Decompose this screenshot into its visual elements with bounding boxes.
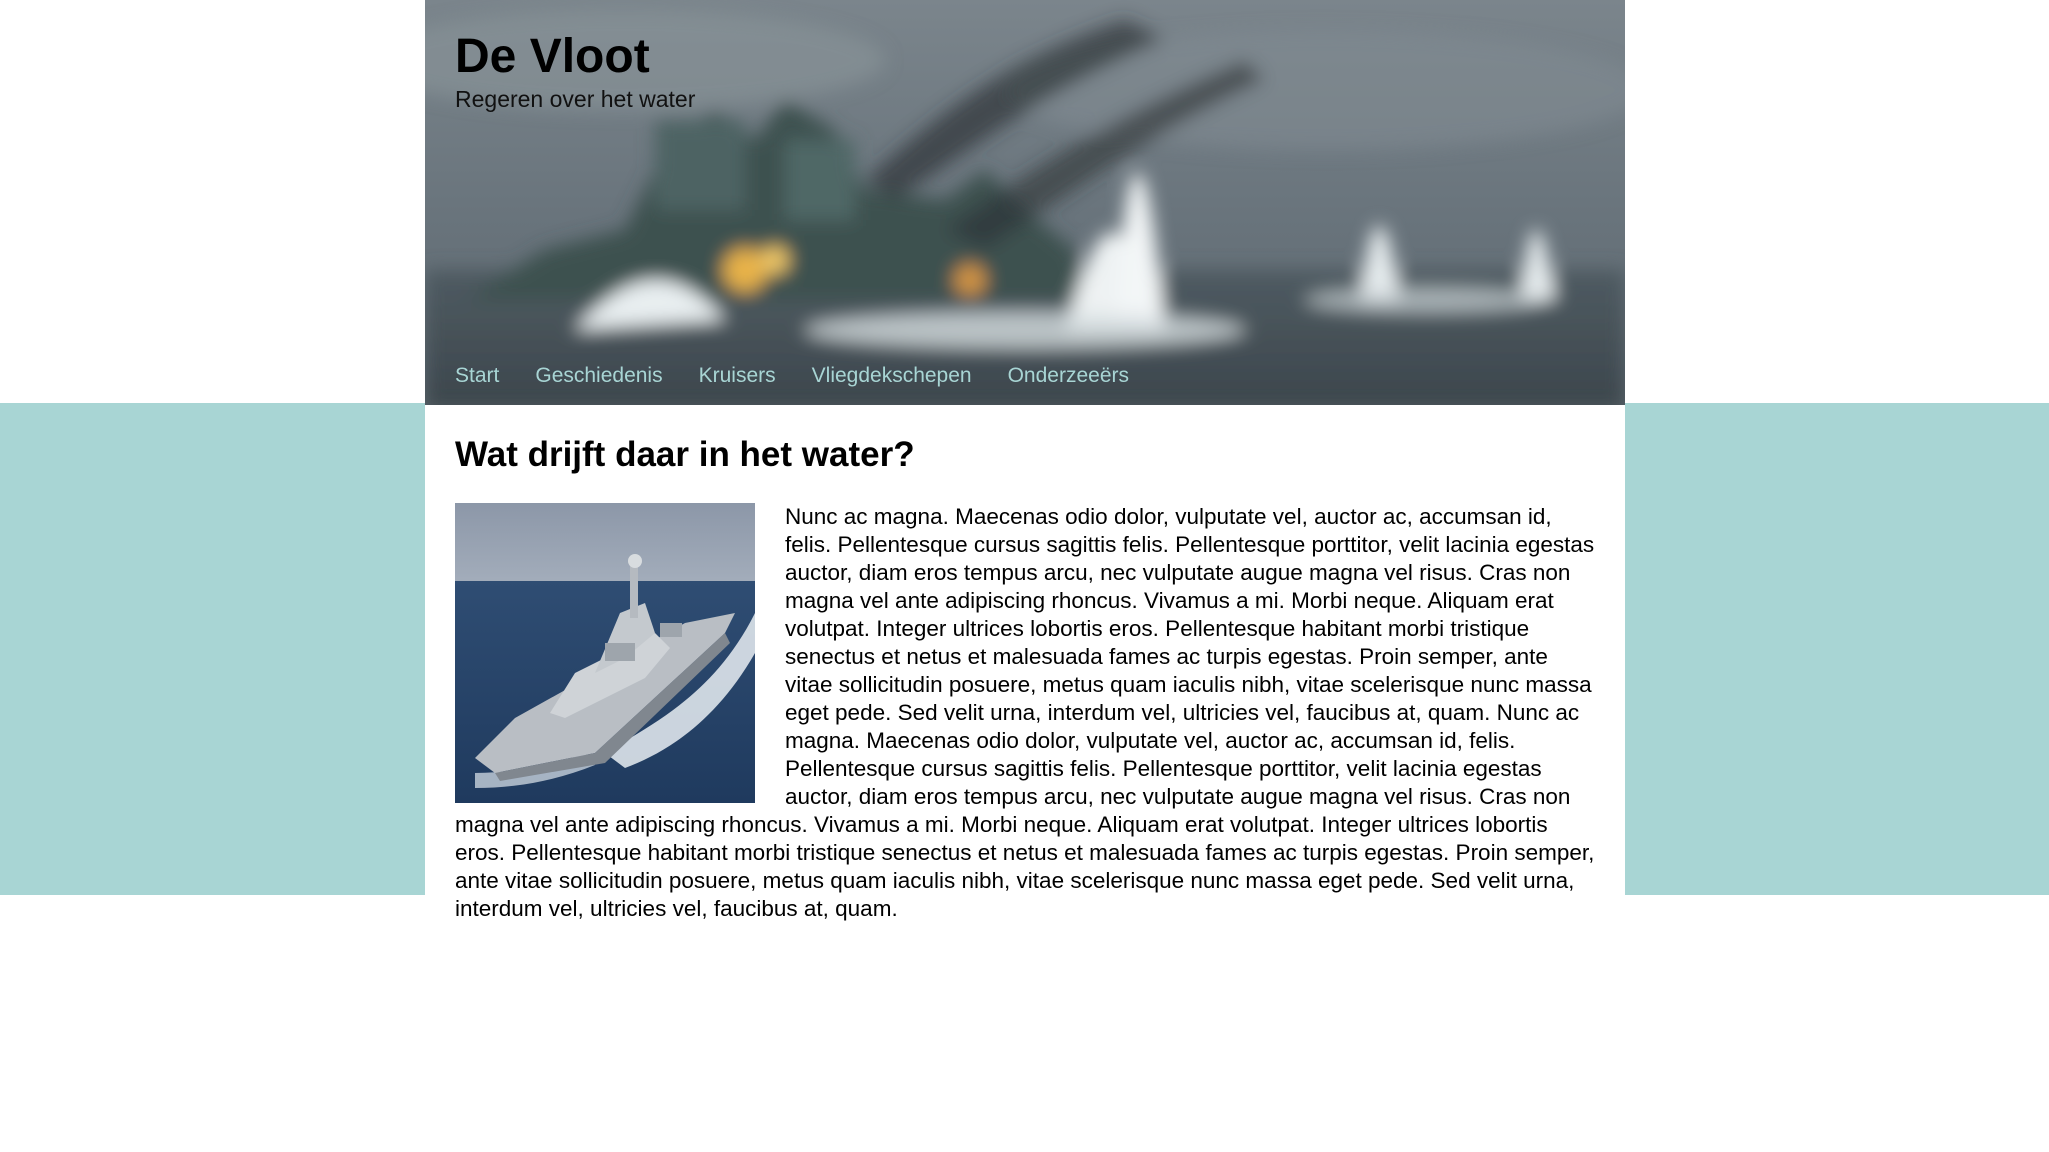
nav-link-kruisers[interactable]: Kruisers: [699, 364, 776, 387]
page-container: De Vloot Regeren over het water Start Ge…: [425, 0, 1625, 1152]
nav-link-geschiedenis[interactable]: Geschiedenis: [535, 364, 662, 387]
frigate-illustration: [455, 503, 755, 803]
nav-item-vliegdekschepen: Vliegdekschepen: [812, 360, 972, 392]
nav-link-start[interactable]: Start: [455, 364, 499, 387]
site-tagline: Regeren over het water: [455, 86, 696, 112]
nav-link-onderzeeers[interactable]: Onderzeeërs: [1008, 364, 1129, 387]
page-heading: Wat drijft daar in het water?: [455, 435, 915, 474]
main-nav: Start Geschiedenis Kruisers Vliegdeksche…: [455, 360, 1129, 392]
main-content: Wat drijft daar in het water? Nunc ac ma…: [425, 405, 1625, 1152]
site-title: De Vloot: [455, 30, 650, 83]
nav-item-onderzeeers: Onderzeeërs: [1008, 360, 1129, 392]
nav-item-start: Start: [455, 360, 499, 392]
nav-item-geschiedenis: Geschiedenis: [535, 360, 662, 392]
nav-link-vliegdekschepen[interactable]: Vliegdekschepen: [812, 364, 972, 387]
site-header: De Vloot Regeren over het water Start Ge…: [425, 0, 1625, 405]
frigate-image: [455, 503, 755, 803]
nav-item-kruisers: Kruisers: [699, 360, 776, 392]
content-column: Wat drijft daar in het water? Nunc ac ma…: [455, 405, 1595, 923]
